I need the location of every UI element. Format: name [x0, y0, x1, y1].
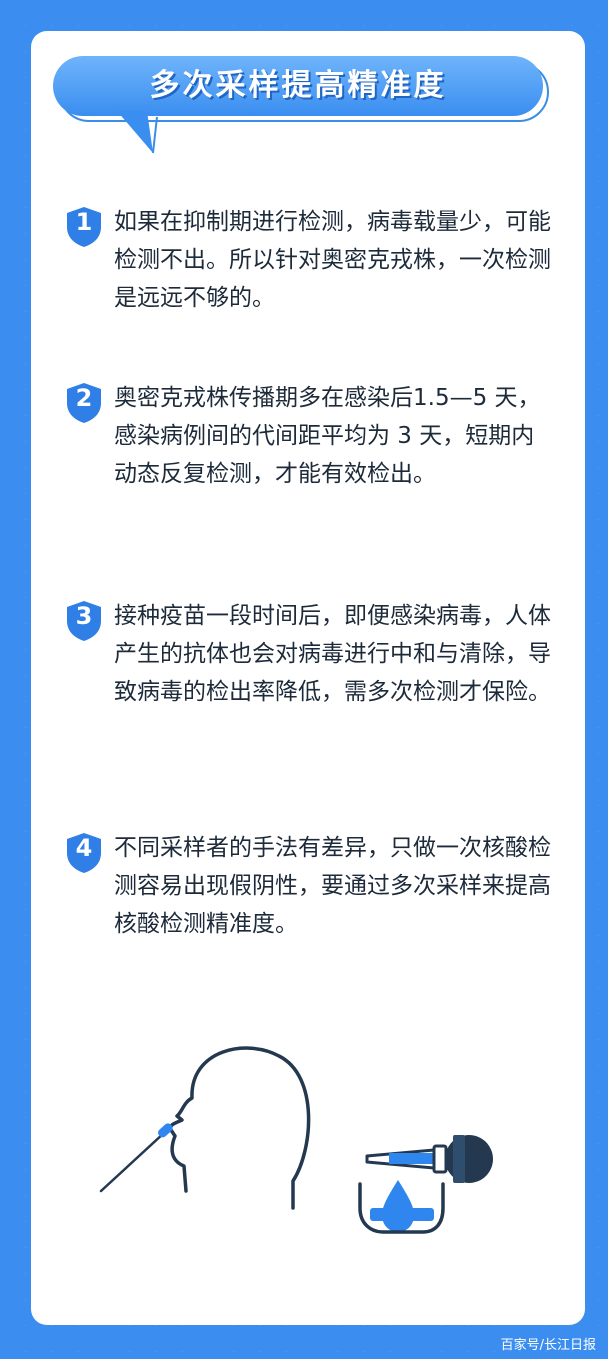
shield-number-icon: 4	[64, 831, 104, 875]
dropper-icon	[365, 1135, 493, 1183]
item-number: 4	[75, 834, 93, 862]
content-card: 多次采样提高精准度 1 如果在抑制期进行检测，病毒载量少，可能检测不出。所以针对…	[31, 31, 585, 1325]
item-number: 2	[75, 384, 93, 412]
shield-number-icon: 3	[64, 599, 104, 643]
testing-illustration	[99, 1046, 493, 1234]
title-banner: 多次采样提高精准度	[53, 56, 549, 156]
item-text: 奥密克戎株传播期多在感染后1.5—5 天，感染病例间的代间距平均为 3 天，短期…	[114, 385, 541, 487]
item-number: 1	[75, 208, 93, 236]
page-title: 多次采样提高精准度	[149, 68, 447, 103]
item-text: 如果在抑制期进行检测，病毒载量少，可能检测不出。所以针对奥密克戎株，一次检测是远…	[114, 209, 551, 311]
shield-number-icon: 1	[64, 205, 104, 249]
item-text: 接种疫苗一段时间后，即便感染病毒，人体产生的抗体也会对病毒进行中和与清除，导致病…	[114, 603, 551, 705]
item-text: 不同采样者的手法有差异，只做一次核酸检测容易出现假阴性，要通过多次采样来提高核酸…	[114, 835, 551, 937]
shield-number-icon: 2	[64, 381, 104, 425]
speech-tail-icon	[117, 111, 158, 154]
item-number: 3	[75, 602, 93, 630]
droplet-icon	[382, 1180, 414, 1232]
nasal-swab-head-icon	[99, 1046, 311, 1210]
source-watermark: 百家号/长江日报	[500, 1338, 596, 1353]
